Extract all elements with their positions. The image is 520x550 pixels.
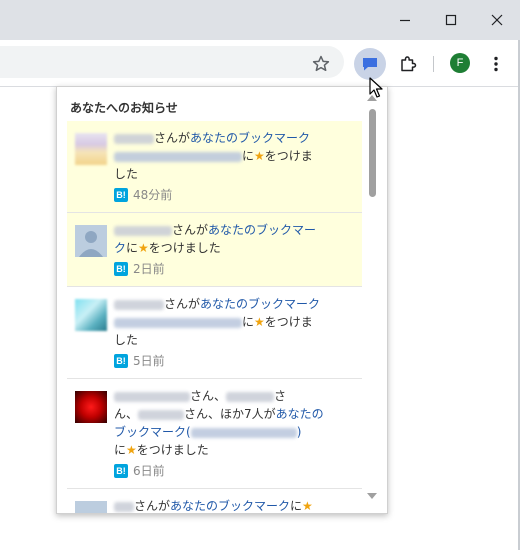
bookmark-link[interactable]: ク [114, 241, 126, 255]
bookmark-link[interactable]: あなたのブックマーク [200, 297, 320, 311]
popup-title: あなたへのお知らせ [70, 101, 178, 115]
hatena-bookmark-icon: B! [114, 353, 128, 368]
text-segment: に [290, 499, 303, 513]
notification-list: さんがあなたのブックマーク に★をつけま した B! 48分前 さんがあなたのブ… [67, 121, 362, 513]
text-segment: さん、 [190, 389, 227, 403]
blurred-username [114, 391, 190, 402]
maximize-button[interactable] [428, 0, 474, 40]
scroll-down-arrow-icon[interactable] [367, 493, 377, 499]
more-vert-icon [494, 56, 498, 72]
notification-text: さん、 さ ん、 さん、ほか7人があなたの ブックマーク() に★をつけました [114, 387, 354, 459]
blurred-username [114, 225, 172, 236]
user-thumbnail [75, 299, 107, 331]
notification-popup: あなたへのお知らせ さんがあなたのブックマーク に★をつけま した B! 48分… [56, 86, 388, 514]
timestamp: 48分前 [133, 188, 173, 202]
bookmark-link[interactable]: あなたのブックマーク [170, 499, 290, 513]
blurred-username [114, 299, 164, 310]
bookmark-link[interactable]: あなたのブックマーク [190, 131, 310, 145]
text-segment: ん、 [114, 407, 139, 421]
close-icon [491, 14, 503, 26]
timestamp: 6日前 [133, 464, 165, 478]
star-icon: ★ [302, 499, 313, 513]
user-thumbnail [75, 391, 107, 423]
puzzle-piece-icon [401, 56, 417, 72]
text-segment: に [242, 315, 255, 329]
blurred-bookmark-title [114, 151, 242, 162]
text-segment: さんが [172, 223, 209, 237]
bookmark-star-button[interactable] [310, 53, 332, 75]
hatena-bookmark-icon: B! [114, 261, 128, 276]
blurred-bookmark-title [114, 317, 242, 328]
bookmark-link[interactable]: あなたのブックマー [208, 223, 316, 237]
profile-avatar[interactable]: F [450, 53, 470, 73]
blurred-username [226, 391, 275, 402]
text-segment: さんが [134, 499, 171, 513]
star-icon: ★ [254, 149, 265, 163]
text-segment: をつけました [148, 241, 221, 255]
text-segment: に [242, 149, 255, 163]
blurred-username [114, 501, 134, 512]
notification-text: さんがあなたのブックマーク に★をつけま した [114, 295, 354, 349]
browser-menu-button[interactable] [486, 54, 506, 74]
notification-meta: B! 6日前 [114, 462, 165, 479]
user-thumbnail [75, 133, 107, 165]
text-segment: さんが [154, 131, 191, 145]
hatena-bookmark-icon: B! [114, 187, 128, 202]
maximize-icon [445, 14, 457, 26]
hatena-bookmark-icon: B! [114, 463, 128, 478]
star-outline-icon [312, 55, 330, 72]
text-segment: に [114, 443, 127, 457]
minimize-button[interactable] [382, 0, 428, 40]
star-icon: ★ [138, 241, 149, 255]
list-item[interactable]: さんがあなたのブックマー クに★をつけました B! 2日前 [67, 213, 362, 287]
list-item[interactable]: さんがあなたのブックマークに★ [67, 489, 362, 513]
notification-text: さんがあなたのブックマーク に★をつけま した [114, 129, 354, 183]
notification-meta: B! 5日前 [114, 352, 165, 369]
text-segment: した [114, 167, 139, 181]
minimize-icon [400, 19, 410, 22]
list-item[interactable]: さんがあなたのブックマーク に★をつけま した B! 48分前 [67, 121, 362, 213]
hatena-notify-extension-button[interactable] [354, 48, 386, 80]
text-segment: をつけま [264, 315, 313, 329]
star-icon: ★ [254, 315, 265, 329]
scrollbar-thumb[interactable] [369, 109, 376, 197]
extensions-button[interactable] [394, 50, 422, 78]
text-segment: さ [274, 389, 287, 403]
close-button[interactable] [474, 0, 520, 40]
list-item[interactable]: さんがあなたのブックマーク に★をつけま した B! 5日前 [67, 287, 362, 379]
toolbar-separator [433, 56, 434, 72]
blurred-username [138, 409, 185, 420]
list-item[interactable]: さん、 さ ん、 さん、ほか7人があなたの ブックマーク() に★をつけました B!… [67, 379, 362, 489]
text-segment: さんが [164, 297, 201, 311]
user-thumbnail [75, 225, 107, 257]
chat-bubble-icon [363, 58, 377, 71]
notification-meta: B! 48分前 [114, 186, 172, 203]
browser-toolbar [0, 40, 520, 87]
blurred-bookmark-title [190, 427, 297, 438]
timestamp: 5日前 [133, 354, 165, 368]
bookmark-link[interactable]: ブックマーク( [114, 425, 191, 439]
user-thumbnail [75, 501, 107, 513]
notification-text: さんがあなたのブックマー クに★をつけました [114, 221, 354, 257]
bookmark-link[interactable]: ) [297, 425, 302, 439]
text-segment: をつけました [136, 443, 209, 457]
bookmark-link[interactable]: あなたの [276, 407, 324, 421]
text-segment: した [114, 333, 139, 347]
timestamp: 2日前 [133, 262, 165, 276]
text-segment: さん、ほか7人が [184, 407, 276, 421]
star-icon: ★ [126, 443, 137, 457]
notification-text: さんがあなたのブックマークに★ [114, 497, 354, 513]
default-user-icon [75, 225, 107, 257]
text-segment: をつけま [264, 149, 313, 163]
mouse-cursor-icon [369, 77, 385, 99]
text-segment: に [126, 241, 139, 255]
blurred-username [114, 133, 154, 144]
address-bar[interactable] [0, 46, 344, 78]
notification-meta: B! 2日前 [114, 260, 165, 277]
title-bar [0, 0, 520, 40]
